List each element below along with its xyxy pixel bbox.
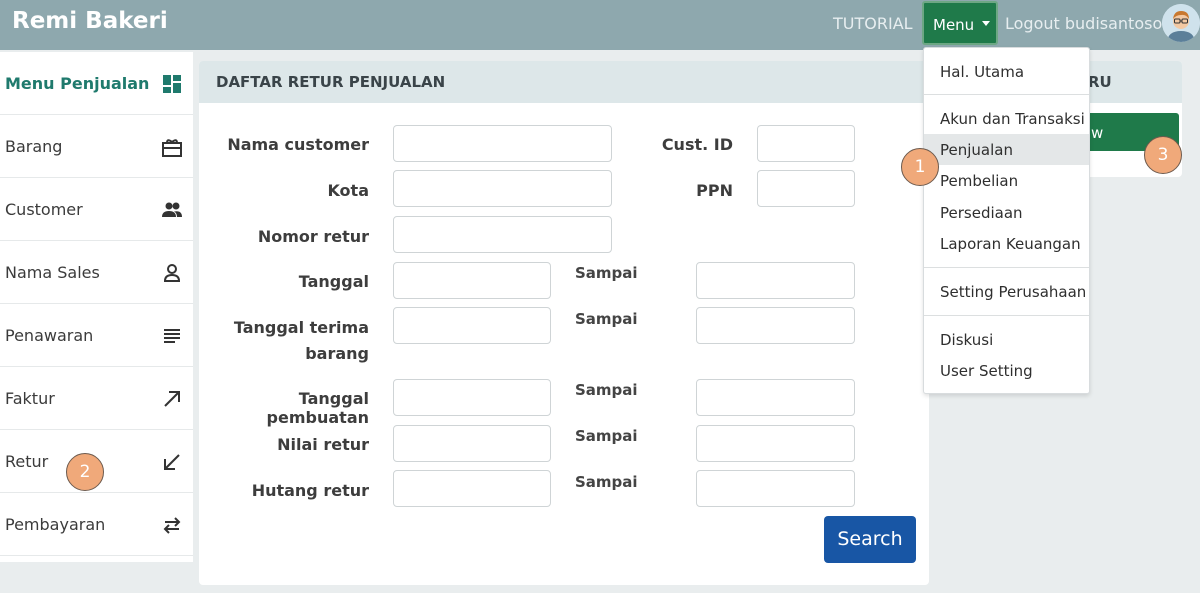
- step-badge-2: 2: [66, 453, 104, 491]
- sampai-label: Sampai: [575, 427, 638, 445]
- sidebar-item-penawaran[interactable]: Penawaran: [0, 304, 193, 367]
- tanggal-to-input[interactable]: [696, 262, 855, 299]
- nama-customer-label: Nama customer: [227, 135, 369, 154]
- top-navbar: Remi Bakeri TUTORIAL Menu Logout budisan…: [0, 0, 1200, 50]
- menu-item-penjualan[interactable]: Penjualan: [924, 134, 1089, 165]
- tanggal-terima-label-line2: barang: [305, 344, 369, 363]
- lines-icon: [164, 329, 180, 343]
- page-title: DAFTAR RETUR PENJUALAN: [199, 61, 929, 103]
- dashboard-icon: [163, 75, 181, 93]
- new-button-label: w: [1091, 124, 1104, 142]
- nama-customer-input[interactable]: [393, 125, 612, 162]
- menu-item-setting-perusahaan[interactable]: Setting Perusahaan: [924, 276, 1089, 307]
- sidebar-item-label: Faktur: [5, 389, 55, 408]
- main-menu-dropdown: Hal. Utama Akun dan Transaksi Penjualan …: [923, 47, 1090, 394]
- user-avatar-icon: [1162, 4, 1200, 42]
- tanggal-pembuatan-from-input[interactable]: [393, 379, 551, 416]
- hutang-retur-from-input[interactable]: [393, 470, 551, 507]
- sidebar-item-label: Customer: [5, 200, 83, 219]
- menu-item-user-setting[interactable]: User Setting: [924, 355, 1089, 386]
- nilai-retur-from-input[interactable]: [393, 425, 551, 462]
- arrow-down-left-icon: [164, 454, 180, 470]
- sampai-label: Sampai: [575, 264, 638, 282]
- search-button[interactable]: Search: [824, 516, 916, 563]
- tanggal-terima-label: Tanggal terima: [233, 318, 369, 337]
- cust-id-input[interactable]: [757, 125, 855, 162]
- sidebar-item-barang[interactable]: Barang: [0, 115, 193, 178]
- ppn-label: PPN: [696, 181, 733, 200]
- sidebar-item-pembayaran[interactable]: Pembayaran: [0, 493, 193, 556]
- sidebar-item-customer[interactable]: Customer: [0, 178, 193, 241]
- tanggal-from-input[interactable]: [393, 262, 551, 299]
- sidebar-item-faktur[interactable]: Faktur: [0, 367, 193, 430]
- menu-divider: [924, 315, 1089, 316]
- kota-input[interactable]: [393, 170, 612, 207]
- tanggal-terima-to-input[interactable]: [696, 307, 855, 344]
- menu-button-label: Menu: [933, 16, 975, 34]
- nilai-retur-label: Nilai retur: [277, 435, 369, 454]
- right-panel-title: RU: [1088, 73, 1112, 91]
- menu-item-hal-utama[interactable]: Hal. Utama: [924, 56, 1089, 87]
- sidebar-item-nama-sales[interactable]: Nama Sales: [0, 241, 193, 304]
- sidebar-item-label: Nama Sales: [5, 263, 100, 282]
- tanggal-pembuatan-to-input[interactable]: [696, 379, 855, 416]
- arrow-up-right-icon: [164, 391, 180, 407]
- sidebar-item-menu-penjualan[interactable]: Menu Penjualan: [0, 52, 193, 115]
- tanggal-pembuatan-label: Tanggal pembuatan: [266, 389, 369, 427]
- logout-link[interactable]: Logout budisantoso: [1005, 14, 1162, 33]
- tanggal-label: Tanggal: [298, 272, 369, 291]
- tutorial-link[interactable]: TUTORIAL: [833, 14, 913, 33]
- sampai-label: Sampai: [575, 473, 638, 491]
- step-badge-1: 1: [901, 148, 939, 186]
- sidebar-item-label: Pembayaran: [5, 515, 106, 534]
- people-icon: [162, 202, 182, 217]
- kota-label: Kota: [327, 181, 369, 200]
- hutang-retur-label: Hutang retur: [251, 481, 369, 500]
- hutang-retur-to-input[interactable]: [696, 470, 855, 507]
- brand-title[interactable]: Remi Bakeri: [12, 8, 168, 34]
- cust-id-label: Cust. ID: [661, 135, 733, 154]
- nomor-retur-input[interactable]: [393, 216, 612, 253]
- sidebar-item-label: Penawaran: [5, 326, 94, 345]
- sidebar-item-label: Barang: [5, 137, 63, 156]
- sidebar-item-label: Menu Penjualan: [5, 74, 150, 93]
- nilai-retur-to-input[interactable]: [696, 425, 855, 462]
- gift-box-icon: [162, 139, 182, 157]
- caret-down-icon: [982, 21, 991, 26]
- nomor-retur-label: Nomor retur: [257, 227, 369, 246]
- menu-divider: [924, 94, 1089, 95]
- menu-item-pembelian[interactable]: Pembelian: [924, 165, 1089, 196]
- menu-dropdown-button[interactable]: Menu: [922, 1, 998, 45]
- sampai-label: Sampai: [575, 310, 638, 328]
- avatar[interactable]: [1162, 4, 1200, 42]
- sidebar-item-label: Retur: [5, 452, 49, 471]
- menu-item-akun-dan-transaksi[interactable]: Akun dan Transaksi: [924, 103, 1089, 134]
- ppn-input[interactable]: [757, 170, 855, 207]
- person-icon: [163, 264, 181, 282]
- menu-item-diskusi[interactable]: Diskusi: [924, 324, 1089, 355]
- menu-item-laporan-keuangan[interactable]: Laporan Keuangan: [924, 228, 1089, 259]
- menu-divider: [924, 267, 1089, 268]
- step-badge-3: 3: [1144, 136, 1182, 174]
- swap-arrows-icon: [163, 517, 181, 534]
- sampai-label: Sampai: [575, 381, 638, 399]
- tanggal-terima-from-input[interactable]: [393, 307, 551, 344]
- menu-item-persediaan[interactable]: Persediaan: [924, 197, 1089, 228]
